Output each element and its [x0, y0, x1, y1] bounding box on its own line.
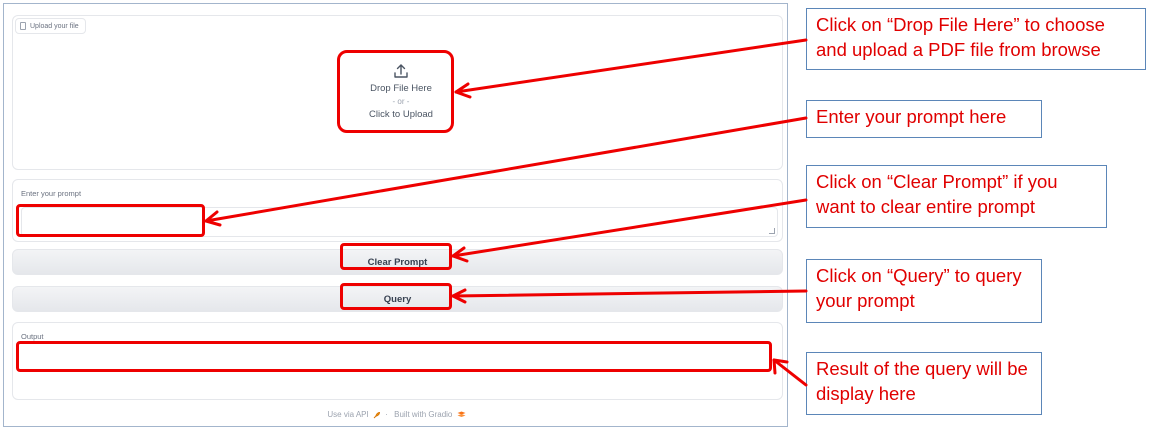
prompt-input[interactable] — [21, 207, 778, 237]
file-icon — [20, 22, 26, 30]
file-upload-block: Upload your file Drop File Here - or - C… — [12, 15, 783, 170]
built-with-gradio-link[interactable]: Built with Gradio — [394, 410, 452, 419]
use-via-api-link[interactable]: Use via API — [327, 410, 368, 419]
prompt-block: Enter your prompt — [12, 179, 783, 242]
gradio-app: Upload your file Drop File Here - or - C… — [3, 3, 788, 427]
resize-handle[interactable] — [769, 228, 775, 234]
callout-upload: Click on “Drop File Here” to choose and … — [806, 8, 1146, 70]
prompt-label: Enter your prompt — [21, 189, 82, 198]
callout-prompt: Enter your prompt here — [806, 100, 1042, 138]
upload-tab-label: Upload your file — [30, 22, 79, 30]
clear-prompt-button[interactable]: Clear Prompt — [12, 249, 783, 275]
drop-file-text: Drop File Here — [370, 83, 432, 94]
upload-icon — [394, 64, 408, 78]
callout-clear: Click on “Clear Prompt” if you want to c… — [806, 165, 1107, 228]
or-text: - or - — [392, 97, 410, 106]
gradio-logo-icon — [457, 411, 466, 418]
rocket-icon — [373, 411, 380, 419]
output-label: Output — [21, 332, 44, 341]
footer: Use via API · Built with Gradio — [4, 410, 787, 419]
callout-query: Click on “Query” to query your prompt — [806, 259, 1042, 323]
output-block: Output — [12, 322, 783, 400]
footer-separator: · — [385, 410, 388, 419]
click-to-upload-text: Click to Upload — [369, 109, 433, 120]
callout-output: Result of the query will be display here — [806, 352, 1042, 415]
file-dropzone[interactable]: Drop File Here - or - Click to Upload — [346, 53, 456, 133]
upload-tab: Upload your file — [15, 18, 86, 34]
query-button[interactable]: Query — [12, 286, 783, 312]
